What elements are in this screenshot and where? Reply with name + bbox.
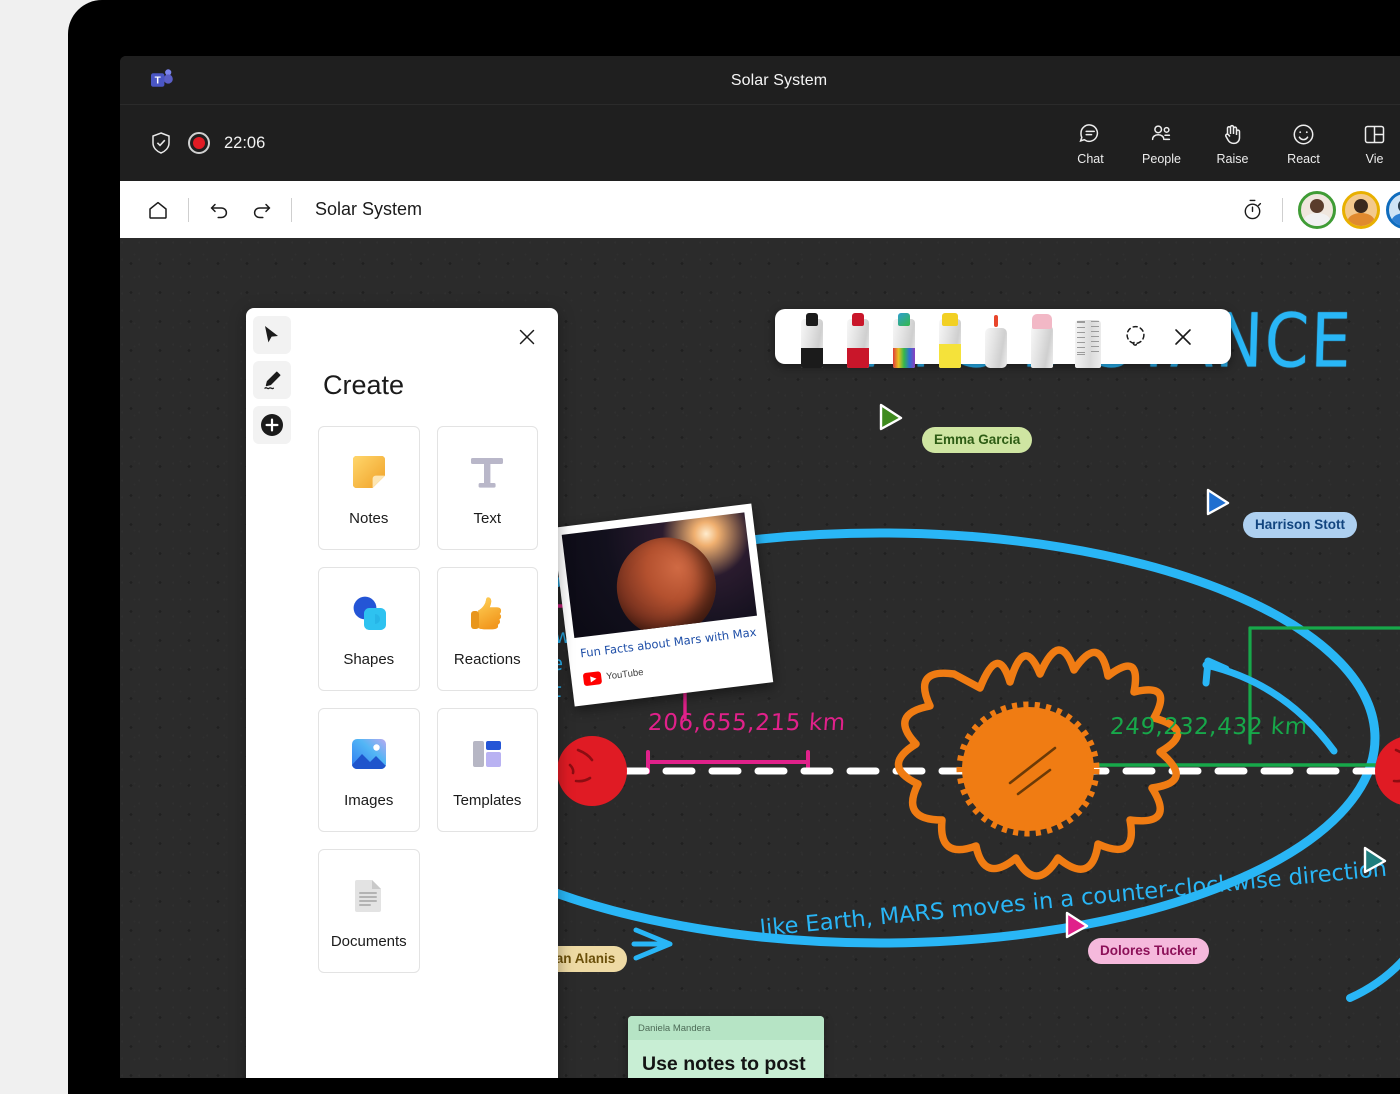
- pen-toolbar[interactable]: [775, 309, 1231, 364]
- sticky-note-author: Daniela Mandera: [628, 1016, 824, 1040]
- shield-check-icon: [148, 130, 174, 156]
- create-tile-label: Documents: [331, 933, 407, 950]
- thumbs-up-icon: [464, 590, 510, 636]
- meeting-elapsed-time: 22:06: [224, 134, 265, 153]
- tool-rail: [246, 308, 298, 1078]
- create-tile-reactions[interactable]: Reactions: [437, 567, 539, 691]
- laser-pointer[interactable]: [973, 309, 1019, 364]
- raise-label: Raise: [1217, 152, 1249, 166]
- cursor-label: Dolores Tucker: [1088, 938, 1209, 964]
- redo-icon[interactable]: [240, 189, 282, 231]
- view-label: Vie: [1366, 152, 1384, 166]
- shapes-icon: [346, 590, 392, 636]
- create-tile-label: Images: [344, 792, 393, 809]
- pen-ink-icon[interactable]: [253, 361, 291, 399]
- meeting-toolbar: 22:06 Chat Peopl: [120, 105, 1400, 181]
- home-icon[interactable]: [137, 189, 179, 231]
- window-title: Solar System: [120, 56, 1400, 105]
- document-icon: [346, 872, 392, 918]
- ruler[interactable]: [1065, 309, 1111, 364]
- create-panel[interactable]: Create Notes: [246, 308, 558, 1078]
- sticky-note-icon: [346, 449, 392, 495]
- screenshot-root: T Solar System 22:06: [0, 0, 1400, 1094]
- people-label: People: [1142, 152, 1181, 166]
- templates-icon: [464, 731, 510, 777]
- measurement-label-pink: 206,655,215 km: [647, 710, 847, 736]
- undo-icon[interactable]: [198, 189, 240, 231]
- eraser[interactable]: [1019, 309, 1065, 364]
- create-tile-label: Templates: [453, 792, 521, 809]
- create-panel-title: Create: [323, 370, 538, 401]
- avatar[interactable]: [1342, 191, 1380, 229]
- video-source-label: YouTube: [606, 667, 644, 682]
- people-button[interactable]: People: [1126, 111, 1197, 175]
- highlighter-yellow[interactable]: [927, 309, 973, 364]
- video-thumbnail: [562, 512, 757, 638]
- create-tile-text[interactable]: Text: [437, 426, 539, 550]
- create-tile-templates[interactable]: Templates: [437, 708, 539, 832]
- teams-app-window: T Solar System 22:06: [120, 56, 1400, 1078]
- toolbar-divider-2: [291, 198, 292, 222]
- cursor-pointer-icon: [1205, 488, 1231, 518]
- create-tile-documents[interactable]: Documents: [318, 849, 420, 973]
- sticky-note-text: Use notes to post your questions!: [628, 1040, 824, 1078]
- toolbar-divider-1: [188, 198, 189, 222]
- close-pen-toolbar-icon[interactable]: [1159, 309, 1207, 364]
- create-tile-label: Reactions: [454, 651, 521, 668]
- text-t-icon: [464, 449, 510, 495]
- board-title: Solar System: [315, 199, 422, 220]
- select-cursor-icon[interactable]: [253, 316, 291, 354]
- stopwatch-icon[interactable]: [1231, 189, 1273, 231]
- sticky-note[interactable]: Daniela Mandera Use notes to post your q…: [628, 1016, 824, 1078]
- avatar[interactable]: [1386, 191, 1400, 229]
- create-tile-shapes[interactable]: Shapes: [318, 567, 420, 691]
- image-icon: [346, 731, 392, 777]
- create-tile-label: Shapes: [343, 651, 394, 668]
- create-tile-grid: Notes Text: [318, 426, 538, 973]
- create-tile-notes[interactable]: Notes: [318, 426, 420, 550]
- chat-button[interactable]: Chat: [1055, 111, 1126, 175]
- view-button[interactable]: Vie: [1339, 111, 1400, 175]
- create-tile-label: Text: [473, 510, 501, 527]
- create-tile-label: Notes: [349, 510, 388, 527]
- cursor-label: Emma Garcia: [922, 427, 1032, 453]
- pen-red[interactable]: [835, 309, 881, 364]
- mars-thumbnail-image: [611, 531, 721, 638]
- measurement-label-green: 249,232,432 km: [1109, 714, 1309, 740]
- pen-rainbow[interactable]: [881, 309, 927, 364]
- whiteboard-toolbar: Solar System: [120, 181, 1400, 238]
- youtube-video-card[interactable]: Fun Facts about Mars with Max YouTube: [553, 503, 773, 706]
- react-button[interactable]: React: [1268, 111, 1339, 175]
- youtube-icon: [583, 671, 602, 686]
- create-tile-images[interactable]: Images: [318, 708, 420, 832]
- cursor-pointer-icon: [1362, 846, 1388, 876]
- cursor-label: Harrison Stott: [1243, 512, 1357, 538]
- cursor-pointer-icon: [1064, 911, 1090, 941]
- meeting-actions: Chat People Raise: [1055, 105, 1400, 181]
- cursor-pointer-icon: [878, 403, 904, 433]
- lasso-select-icon[interactable]: [1111, 309, 1159, 364]
- react-label: React: [1287, 152, 1320, 166]
- avatar[interactable]: [1298, 191, 1336, 229]
- raise-hand-button[interactable]: Raise: [1197, 111, 1268, 175]
- toolbar-divider-3: [1282, 198, 1283, 222]
- pen-black[interactable]: [789, 309, 835, 364]
- title-bar: T Solar System: [120, 56, 1400, 105]
- add-plus-icon[interactable]: [253, 406, 291, 444]
- chat-label: Chat: [1077, 152, 1103, 166]
- close-create-panel-icon[interactable]: [512, 322, 542, 352]
- recording-dot-icon[interactable]: [188, 132, 210, 154]
